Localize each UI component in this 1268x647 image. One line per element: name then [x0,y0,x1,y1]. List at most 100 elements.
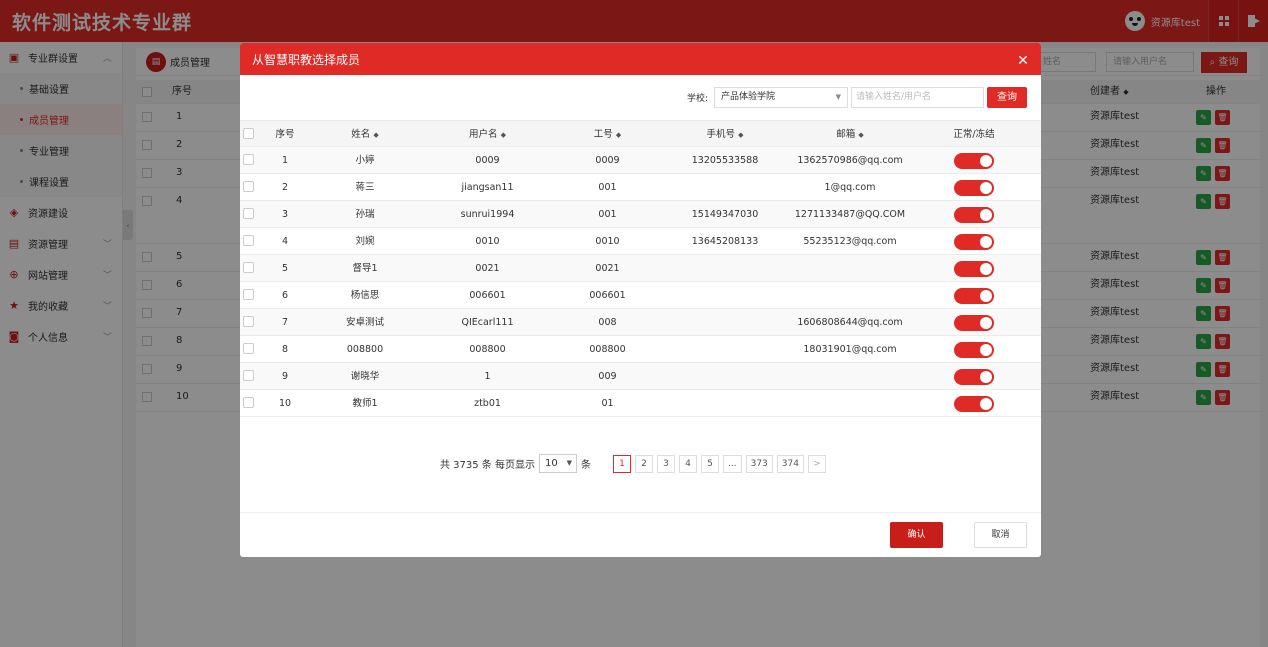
row-checkbox[interactable] [243,262,254,273]
row-phone [675,390,775,417]
row-job-no: 0021 [595,263,620,274]
row-name: 008800 [346,344,384,355]
row-email: 18031901@qq.com [803,344,897,355]
status-toggle[interactable] [954,261,994,277]
row-phone: 13645208133 [691,236,759,247]
row-username: 0009 [475,155,500,166]
table-row[interactable]: 3 孙瑞 sunrui1994 001 15149347030 1271133487@QQ… [240,201,1041,228]
page-size-value: 10 [545,458,558,469]
table-row[interactable]: 10 教师1 ztb01 01 [240,390,1041,417]
page-list: 1 2 3 4 5... 373 374 > [613,454,826,473]
caret-down-icon: ▼ [566,459,572,467]
page-button[interactable]: 5 [701,454,719,473]
status-toggle[interactable] [954,396,994,412]
row-checkbox[interactable] [243,343,254,354]
status-toggle[interactable] [954,180,994,196]
row-checkbox[interactable] [243,370,254,381]
page-button[interactable]: 4 [679,454,697,473]
table-row[interactable]: 9 谢晓华 1 009 [240,363,1041,390]
page-size-select[interactable]: 10 ▼ [539,454,577,473]
row-job-no: 001 [598,209,617,220]
row-checkbox[interactable] [243,181,254,192]
row-email [785,282,915,309]
table-row[interactable]: 4 刘婉 0010 0010 13645208133 55235123@qq.com [240,228,1041,255]
status-toggle[interactable] [954,234,994,250]
row-job-no: 01 [601,398,614,409]
row-checkbox[interactable] [243,289,254,300]
row-job-no: 001 [598,182,617,193]
row-name: 蒋三 [355,182,375,193]
confirm-button[interactable]: 确认 [890,522,943,548]
row-username: sunrui1994 [460,209,515,220]
row-phone: 13205533588 [691,155,759,166]
row-phone [675,255,775,282]
row-checkbox[interactable] [243,316,254,327]
status-toggle[interactable] [954,288,994,304]
row-name: 教师1 [352,398,378,409]
column-header-username[interactable]: 用户名 ◆ [440,121,535,148]
dialog-footer: 确认 取消 [240,512,1041,557]
select-all-checkbox[interactable] [243,128,254,139]
row-email [785,363,915,390]
row-checkbox[interactable] [243,208,254,219]
page-button[interactable]: 1 [613,454,631,473]
query-button[interactable]: 查询 [987,86,1027,108]
row-checkbox[interactable] [243,397,254,408]
column-header-index: 序号 [275,129,295,140]
pagination-total: 共 3735 条 每页显示 [440,460,535,471]
column-header-email[interactable]: 邮箱 ◆ [785,121,915,148]
members-table: 序号 姓名 ◆ 用户名 ◆ 工号 ◆ 手机号 ◆ 邮箱 ◆ 正常/冻结 1 小婷 0009 00… [240,120,1041,417]
row-username: 008800 [469,344,506,355]
row-phone: 15149347030 [691,209,759,220]
table-row[interactable]: 7 安卓测试 QIEcarl111 008 1606808644@qq.com [240,309,1041,336]
row-name: 小婷 [355,155,375,166]
school-select[interactable]: 产品体验学院 ▼ [714,86,848,108]
table-row[interactable]: 2 蒋三 jiangsan11 001 1@qq.com [240,174,1041,201]
row-checkbox[interactable] [243,154,254,165]
cancel-button[interactable]: 取消 [974,522,1027,548]
row-index: 6 [281,290,289,301]
row-name: 安卓测试 [345,317,384,328]
row-username: 0021 [475,263,500,274]
row-index: 10 [278,398,292,409]
row-phone [675,363,775,390]
table-row[interactable]: 5 督导1 0021 0021 [240,255,1041,282]
row-email: 1606808644@qq.com [797,317,903,328]
close-icon[interactable]: ✕ [1017,54,1029,68]
row-checkbox[interactable] [243,235,254,246]
row-username: jiangsan11 [461,182,514,193]
page-button[interactable]: 2 [635,454,653,473]
status-toggle[interactable] [954,153,994,169]
row-phone [675,309,775,336]
next-page-button[interactable]: > [807,454,826,473]
row-phone [675,282,775,309]
table-row[interactable]: 8 008800 008800 008800 18031901@qq.com [240,336,1041,363]
page-button[interactable]: 373 [745,454,773,473]
page-button[interactable]: 374 [776,454,804,473]
name-search-input[interactable] [851,86,984,108]
status-toggle[interactable] [954,369,994,385]
row-index: 9 [281,371,289,382]
column-header-phone[interactable]: 手机号 ◆ [675,121,775,148]
filter-bar: 学校: 产品体验学院 ▼ 查询 [687,86,1041,108]
status-toggle[interactable] [954,342,994,358]
row-username: QIEcarl111 [461,317,514,328]
row-job-no: 0009 [595,155,620,166]
dialog-title: 从智慧职教选择成员 [252,52,361,67]
pagination-unit: 条 [581,460,591,471]
column-header-name[interactable]: 姓名 ◆ [320,121,410,148]
row-name: 杨信思 [350,290,380,301]
column-header-job-no[interactable]: 工号 ◆ [560,121,655,148]
row-phone [675,174,775,201]
dialog-header: 从智慧职教选择成员 ✕ [240,43,1041,75]
row-job-no: 0010 [595,236,620,247]
row-phone [675,336,775,363]
page-button[interactable]: 3 [657,454,675,473]
status-toggle[interactable] [954,207,994,223]
table-row[interactable]: 1 小婷 0009 0009 13205533588 1362570986@qq.com [240,147,1041,174]
row-email [785,255,915,282]
table-header-row: 序号 姓名 ◆ 用户名 ◆ 工号 ◆ 手机号 ◆ 邮箱 ◆ 正常/冻结 [240,120,1041,147]
status-toggle[interactable] [954,315,994,331]
table-row[interactable]: 6 杨信思 006601 006601 [240,282,1041,309]
row-index: 3 [281,209,289,220]
